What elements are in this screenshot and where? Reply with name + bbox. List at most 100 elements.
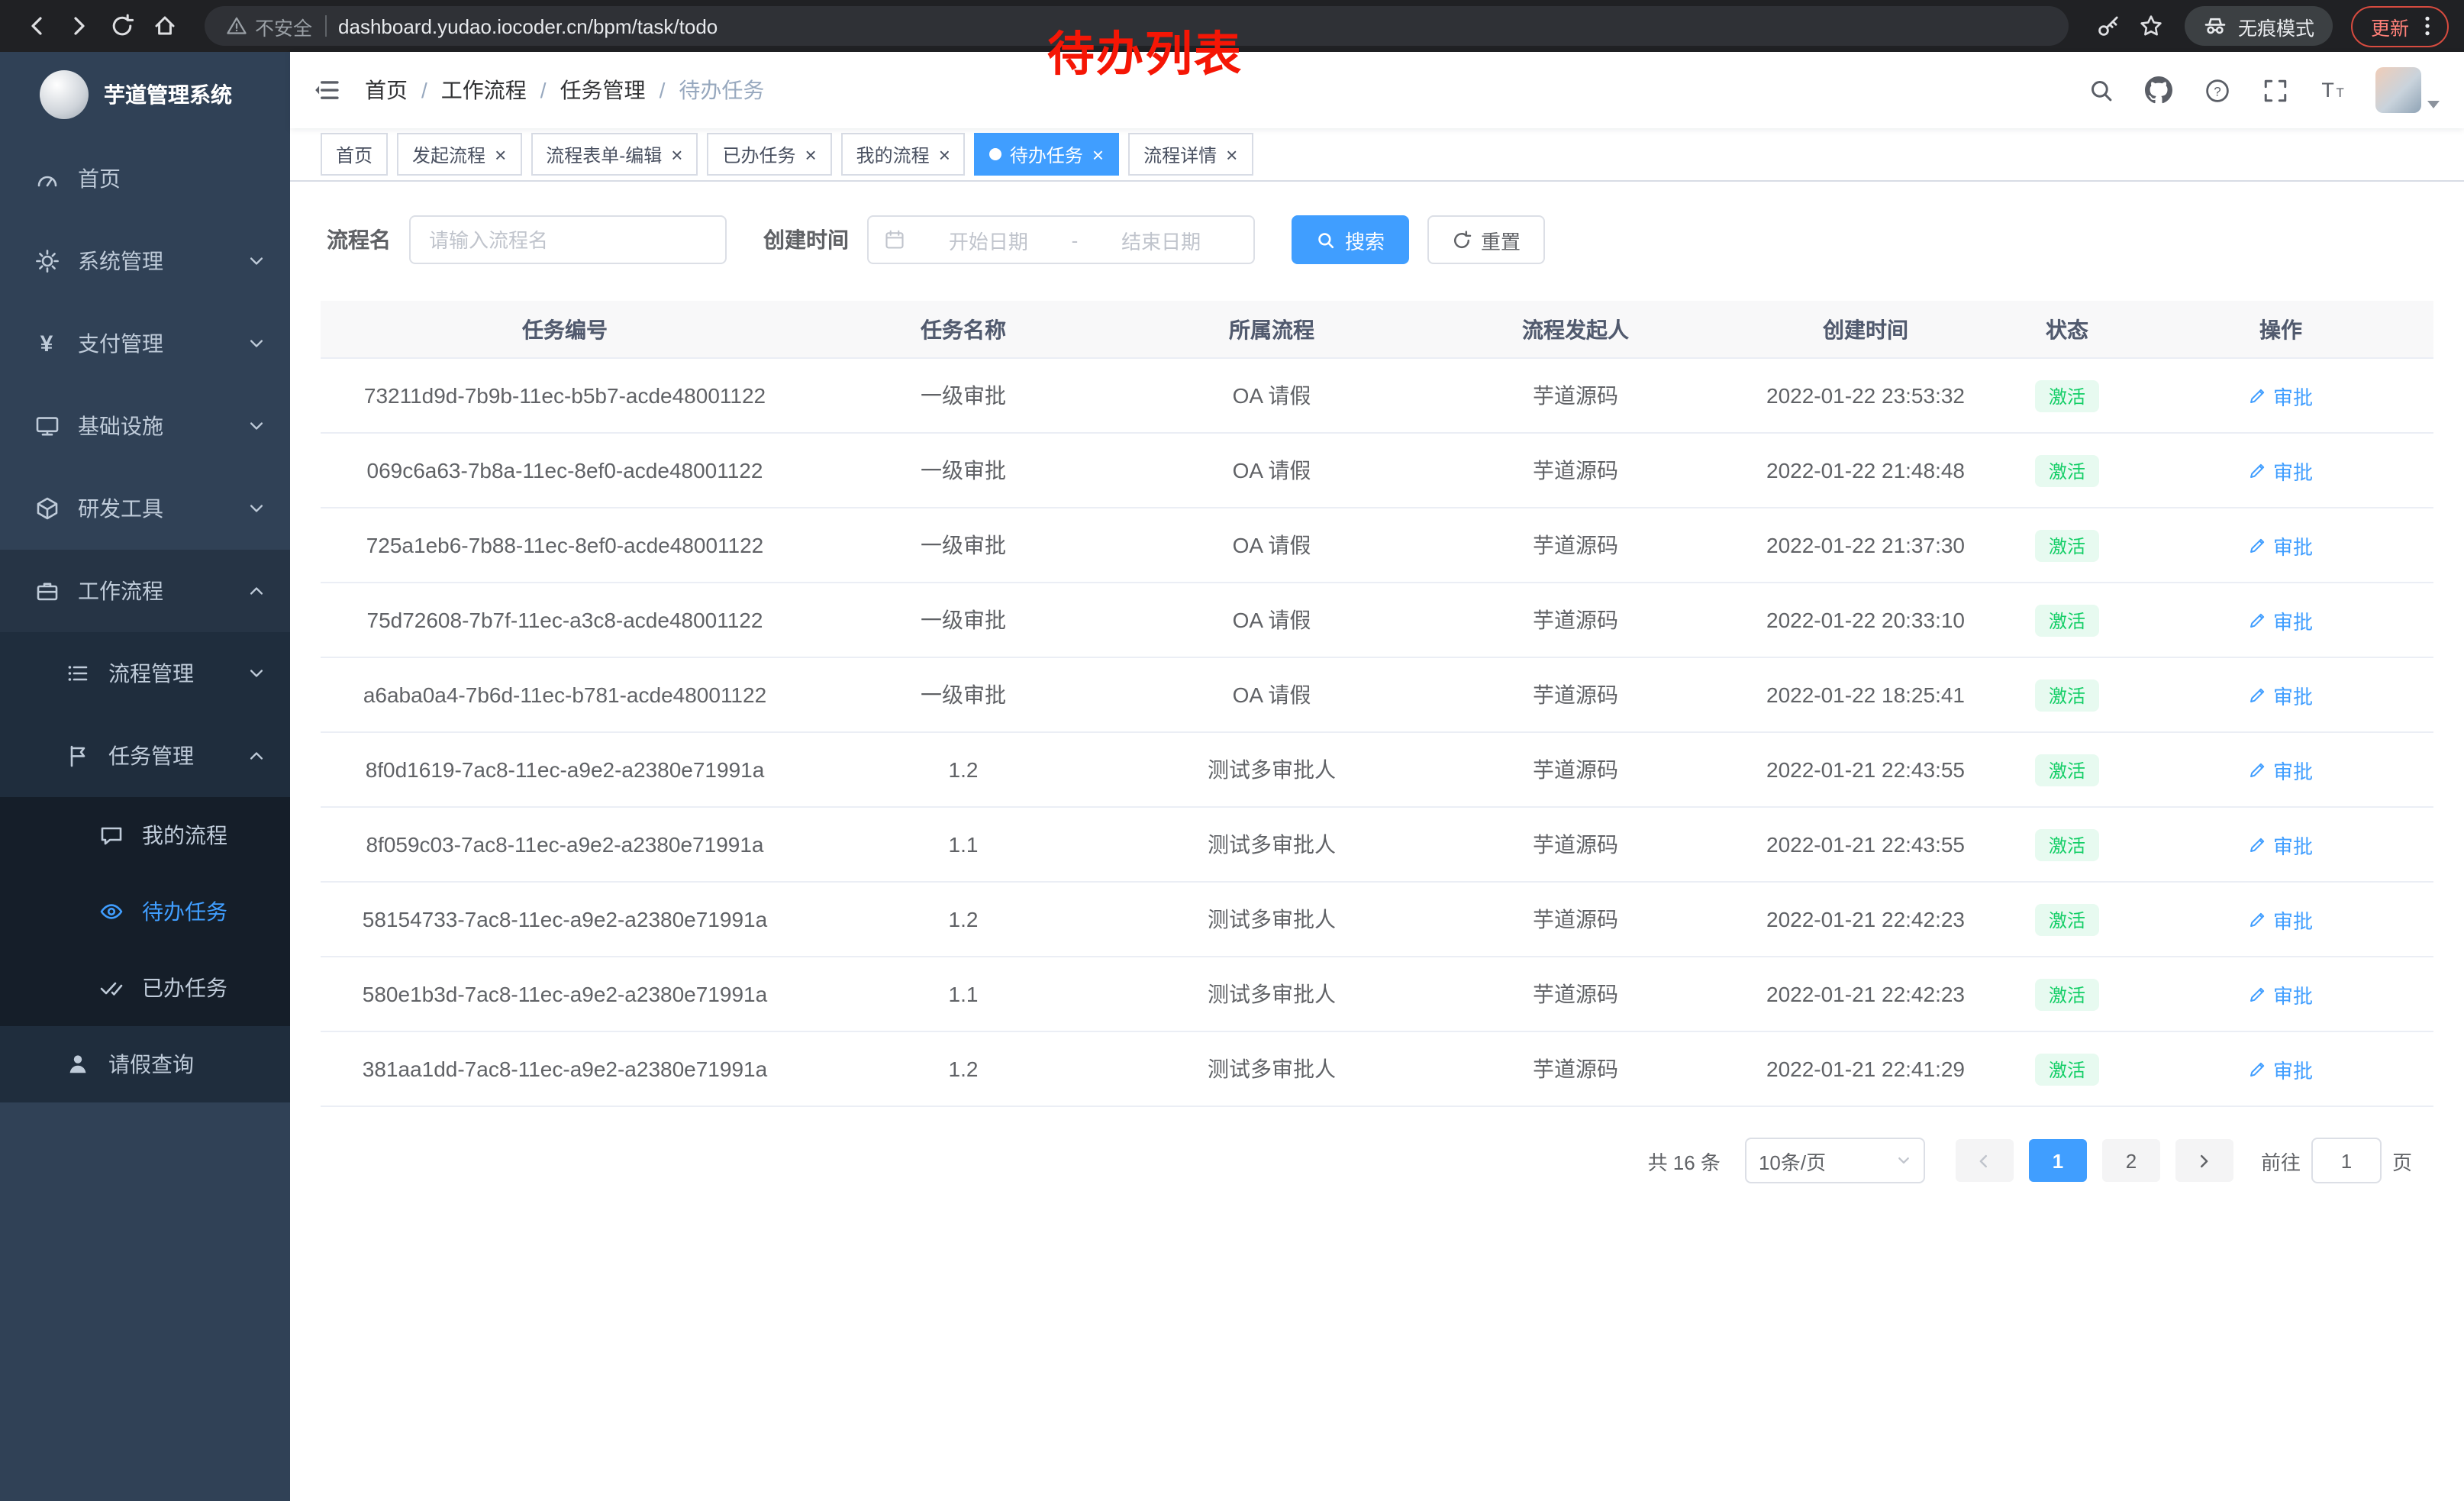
approve-link[interactable]: 审批 [2249, 905, 2313, 934]
edit-icon [2249, 386, 2267, 405]
starter-cell: 芋道源码 [1426, 732, 1725, 807]
list-icon [64, 660, 90, 686]
tab-process-detail[interactable]: 流程详情× [1128, 133, 1253, 176]
app-shell: 芋道管理系统 首页 系统管理 ¥ 支付管理 [0, 52, 2464, 1501]
approve-link[interactable]: 审批 [2249, 381, 2313, 410]
update-chip[interactable]: 更新 [2351, 5, 2449, 47]
tab-start-process[interactable]: 发起流程× [397, 133, 521, 176]
approve-link[interactable]: 审批 [2249, 456, 2313, 485]
sidebar-item-todo-tasks[interactable]: 待办任务 [0, 873, 290, 950]
search-button[interactable]: 搜索 [1292, 215, 1409, 264]
actions-cell: 审批 [2128, 882, 2433, 957]
security-label: 不安全 [255, 11, 312, 40]
header-search-button[interactable] [2076, 66, 2125, 115]
sidebar-item-done-tasks[interactable]: 已办任务 [0, 950, 290, 1026]
tab-todo-tasks[interactable]: 待办任务× [975, 133, 1119, 176]
font-size-button[interactable]: TT [2308, 66, 2357, 115]
sidebar-item-leave-query[interactable]: 请假查询 [0, 1026, 290, 1102]
monitor-icon [34, 413, 60, 439]
starter-cell: 芋道源码 [1426, 657, 1725, 732]
page-button-1[interactable]: 1 [2029, 1139, 2087, 1182]
sidebar-item-my-process[interactable]: 我的流程 [0, 797, 290, 873]
sidebar-item-task-mgmt[interactable]: 任务管理 [0, 715, 290, 797]
sidebar-item-system[interactable]: 系统管理 [0, 220, 290, 302]
sidebar-item-infra[interactable]: 基础设施 [0, 385, 290, 467]
approve-link[interactable]: 审批 [2249, 605, 2313, 634]
approve-link-label: 审批 [2273, 755, 2313, 784]
table-row: 73211d9d-7b9b-11ec-b5b7-acde48001122 一级审… [321, 358, 2433, 433]
tab-label: 流程表单-编辑 [546, 141, 662, 167]
app-logo-image [40, 70, 89, 119]
reset-button-label: 重置 [1481, 225, 1521, 254]
actions-cell: 审批 [2128, 732, 2433, 807]
sidebar-item-devtools[interactable]: 研发工具 [0, 467, 290, 550]
tab-done-tasks[interactable]: 已办任务× [707, 133, 831, 176]
approve-link[interactable]: 审批 [2249, 755, 2313, 784]
breadcrumb-item[interactable]: 工作流程 [441, 75, 547, 105]
browser-reload-button[interactable] [101, 5, 144, 47]
briefcase-icon [34, 578, 60, 604]
breadcrumb-item[interactable]: 首页 [365, 75, 427, 105]
starter-cell: 芋道源码 [1426, 583, 1725, 657]
end-date-placeholder[interactable]: 结束日期 [1084, 225, 1238, 254]
sidebar-toggle-button[interactable] [290, 76, 365, 104]
close-icon[interactable]: × [1092, 144, 1104, 164]
yen-icon: ¥ [34, 331, 60, 357]
prev-page-button[interactable] [1956, 1139, 2014, 1182]
approve-link[interactable]: 审批 [2249, 1054, 2313, 1083]
caret-down-icon [2427, 101, 2440, 108]
search-icon [1316, 230, 1336, 250]
security-indicator[interactable]: 不安全 [226, 11, 312, 40]
date-range-picker[interactable]: 开始日期 - 结束日期 [867, 215, 1255, 264]
approve-link-label: 审批 [2273, 456, 2313, 485]
tab-home[interactable]: 首页 [321, 133, 388, 176]
sidebar-item-process-mgmt[interactable]: 流程管理 [0, 632, 290, 715]
close-icon[interactable]: × [805, 144, 816, 164]
close-icon[interactable]: × [495, 144, 506, 164]
app-title: 芋道管理系统 [104, 79, 232, 110]
sidebar-item-payment[interactable]: ¥ 支付管理 [0, 302, 290, 385]
page-button-2[interactable]: 2 [2102, 1139, 2160, 1182]
tab-form-edit[interactable]: 流程表单-编辑 × [531, 133, 698, 176]
start-date-placeholder[interactable]: 开始日期 [911, 225, 1066, 254]
process-name-input[interactable] [409, 215, 727, 264]
reset-button[interactable]: 重置 [1427, 215, 1545, 264]
url-text[interactable]: dashboard.yudao.iocoder.cn/bpm/task/todo [338, 15, 718, 37]
approve-link[interactable]: 审批 [2249, 830, 2313, 859]
created-cell: 2022-01-22 18:25:41 [1725, 657, 2006, 732]
approve-link[interactable]: 审批 [2249, 980, 2313, 1009]
font-size-icon: TT [2319, 76, 2346, 104]
fullscreen-button[interactable] [2250, 66, 2299, 115]
chevron-down-icon [247, 417, 266, 435]
sidebar-item-home[interactable]: 首页 [0, 137, 290, 220]
goto-page-input[interactable] [2311, 1138, 2382, 1183]
reload-icon [110, 14, 134, 38]
breadcrumb-item[interactable]: 任务管理 [560, 75, 666, 105]
approve-link[interactable]: 审批 [2249, 531, 2313, 560]
help-button[interactable]: ? [2192, 66, 2241, 115]
browser-forward-button[interactable] [58, 5, 101, 47]
forward-icon [67, 14, 92, 38]
calendar-icon [884, 229, 905, 250]
close-icon[interactable]: × [671, 144, 682, 164]
sidebar-item-workflow[interactable]: 工作流程 [0, 550, 290, 632]
avatar[interactable] [2375, 67, 2421, 113]
approve-link[interactable]: 审批 [2249, 680, 2313, 709]
created-cell: 2022-01-21 22:43:55 [1725, 732, 2006, 807]
bookmark-button[interactable] [2130, 5, 2172, 47]
tab-my-process[interactable]: 我的流程× [841, 133, 966, 176]
user-menu[interactable] [2375, 67, 2440, 113]
close-icon[interactable]: × [939, 144, 950, 164]
browser-home-button[interactable] [144, 5, 186, 47]
github-link-button[interactable] [2134, 66, 2183, 115]
svg-text:?: ? [2213, 83, 2220, 98]
page-size-select[interactable]: 10条/页 [1745, 1138, 1925, 1183]
password-manager-button[interactable] [2087, 5, 2130, 47]
browser-back-button[interactable] [15, 5, 58, 47]
task-id-cell: 8f059c03-7ac8-11ec-a9e2-a2380e71991a [321, 807, 809, 882]
next-page-button[interactable] [2175, 1139, 2233, 1182]
kebab-menu-icon [2415, 14, 2440, 38]
col-process: 所属流程 [1118, 301, 1426, 358]
approve-link-label: 审批 [2273, 905, 2313, 934]
close-icon[interactable]: × [1226, 144, 1237, 164]
